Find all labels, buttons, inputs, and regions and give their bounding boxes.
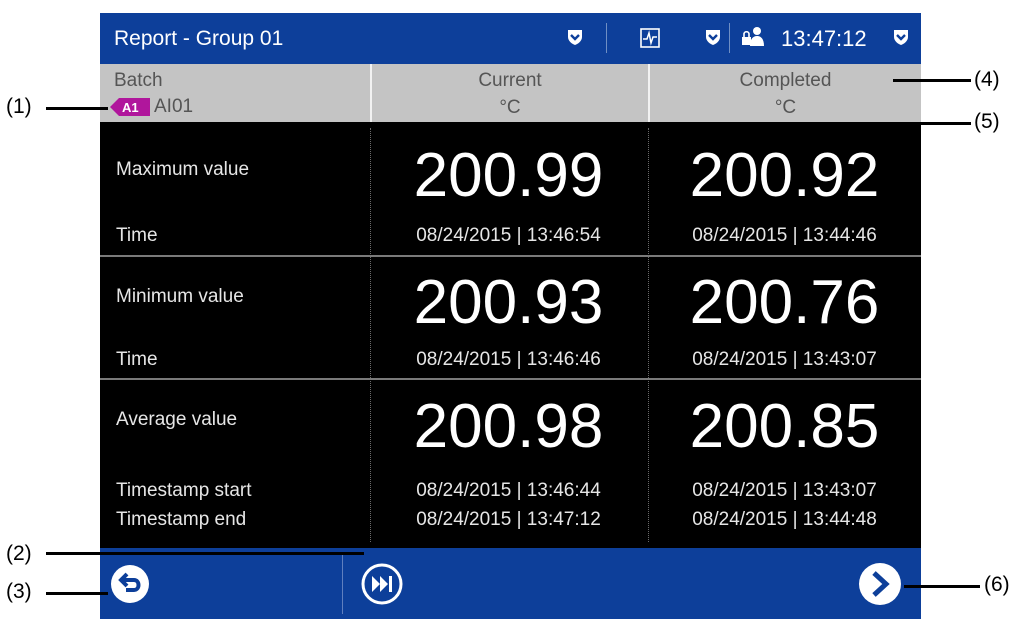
average-completed-value: 200.85 [689, 392, 880, 461]
callout-6-line [904, 585, 980, 588]
callout-6: (6) [984, 573, 1010, 596]
maximum-row: Maximum value Time 200.99 200.92 08/24/2… [100, 122, 921, 255]
footer-divider [342, 554, 343, 614]
batch-label: Batch [114, 70, 163, 91]
average-completed-start: 08/24/2015 | 13:43:07 [692, 480, 877, 501]
minimum-row: Minimum value Time 200.93 200.76 08/24/2… [100, 257, 921, 378]
titlebar-divider [729, 23, 730, 53]
completed-column-header: Completed °C [650, 64, 921, 122]
callout-4: (4) [974, 68, 1000, 91]
callout-3-line [46, 592, 108, 595]
dropdown-shield-icon[interactable] [892, 28, 910, 46]
callout-5-line [620, 122, 971, 125]
maximum-current-time: 08/24/2015 | 13:46:54 [416, 225, 601, 246]
callout-2: (2) [6, 542, 32, 565]
average-current-value: 200.98 [413, 392, 604, 461]
average-row: Average value Timestamp start Timestamp … [100, 380, 921, 548]
window-title: Report - Group 01 [114, 27, 284, 50]
back-icon[interactable] [110, 564, 150, 609]
report-screen: Report - Group 01 13:47:12 Batch A1 AI01 [100, 13, 921, 619]
dropdown-shield-icon[interactable] [704, 28, 722, 46]
title-bar: Report - Group 01 13:47:12 [100, 13, 921, 64]
average-completed-end: 08/24/2015 | 13:44:48 [692, 509, 877, 530]
alarm-tag-icon: A1 [110, 98, 150, 116]
current-column-unit: °C [499, 97, 521, 118]
average-current-start: 08/24/2015 | 13:46:44 [416, 480, 601, 501]
completed-column-unit: °C [774, 97, 797, 118]
callout-2-line [46, 552, 364, 555]
titlebar-divider [606, 23, 607, 53]
column-header: Batch A1 AI01 Current °C Completed °C [100, 64, 921, 122]
alarm-tag-text: A1 [122, 100, 139, 115]
fast-forward-icon[interactable] [360, 562, 404, 611]
minimum-current-time: 08/24/2015 | 13:46:46 [416, 349, 601, 370]
batch-cell[interactable]: Batch A1 AI01 [100, 64, 370, 122]
minimum-completed-time: 08/24/2015 | 13:43:07 [692, 349, 877, 370]
footer-bar [100, 548, 921, 619]
callout-1-line [46, 107, 108, 110]
maximum-time-label: Time [116, 225, 158, 246]
minimum-completed-value: 200.76 [689, 268, 880, 337]
current-column-title: Current [478, 70, 542, 91]
maximum-current-value: 200.99 [413, 141, 604, 210]
user-lock-icon[interactable] [740, 26, 766, 48]
timestamp-end-label: Timestamp end [116, 509, 247, 530]
maximum-value-label: Maximum value [116, 159, 250, 180]
callout-5: (5) [974, 110, 1000, 133]
minimum-current-value: 200.93 [413, 268, 604, 337]
clock: 13:47:12 [781, 26, 867, 51]
channel-name: AI01 [154, 96, 194, 117]
report-table: Maximum value Time 200.99 200.92 08/24/2… [100, 122, 921, 548]
maximum-completed-value: 200.92 [689, 141, 880, 210]
timestamp-start-label: Timestamp start [116, 480, 252, 501]
trend-display-icon[interactable] [640, 28, 660, 48]
average-current-end: 08/24/2015 | 13:47:12 [416, 509, 601, 530]
maximum-completed-time: 08/24/2015 | 13:44:46 [692, 225, 877, 246]
average-value-label: Average value [116, 409, 238, 430]
next-icon[interactable] [858, 562, 902, 611]
dropdown-shield-icon[interactable] [566, 28, 584, 46]
callout-1: (1) [6, 95, 32, 118]
callout-4-line [893, 79, 971, 82]
minimum-time-label: Time [116, 349, 158, 370]
callout-3: (3) [6, 580, 32, 603]
minimum-value-label: Minimum value [116, 286, 244, 307]
completed-column-title: Completed [739, 70, 832, 91]
current-column-header: Current °C [372, 64, 648, 122]
